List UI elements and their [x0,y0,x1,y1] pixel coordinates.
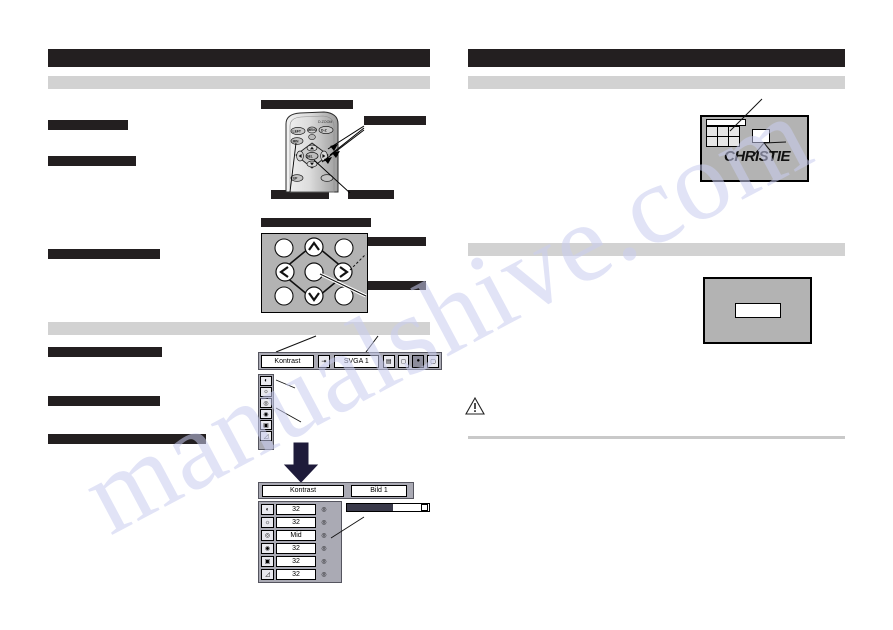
osd-value-contrast[interactable]: 32 [276,504,316,515]
adjust-arrows-icon[interactable]: ◎ [318,543,330,554]
osd-tab-right[interactable]: Bild 1 [351,484,407,497]
sharpness-icon[interactable]: ▣ [261,556,274,567]
brightness-icon[interactable]: ☼ [261,517,274,528]
remote-figure-caption-bar [261,100,353,109]
gamma-icon[interactable]: ◿ [260,431,272,441]
osd-row-brightness[interactable]: ☼ 32 ◎ [261,517,339,528]
computer-icon[interactable]: ▤ [382,354,395,368]
remote-control-illustration: D.ZOOM LEFT MENU D-Z MIN SEL UP [278,110,428,194]
grid-cell [729,137,739,146]
left-subsection-bar [48,76,430,89]
adjust-arrows-icon[interactable]: ◎ [318,517,330,528]
control-panel-caption-bar [261,218,371,227]
left-heading-5 [48,396,160,406]
left-heading-2 [48,156,136,166]
blank-screen-illustration [703,277,812,344]
image-icon[interactable]: ● [412,354,425,368]
flow-arrow-down-icon [283,442,319,483]
osd-bottom-menu: Kontrast Bild 1 ◐ 32 ◎ ☼ 32 ◎ ◎ Mid ◎ ◉ … [258,482,430,583]
right-subsection-bar-mid [468,243,845,256]
white-balance-icon[interactable]: ◉ [260,409,272,419]
svg-text:D-Z: D-Z [321,128,327,132]
color-temp-icon[interactable]: ◎ [261,530,274,541]
warning-triangle-icon [464,396,486,416]
left-heading-4 [48,347,162,357]
grid-cell [718,127,728,136]
osd-tab-left[interactable]: Kontrast [262,484,344,497]
contrast-icon[interactable]: ◐ [260,376,272,386]
adjust-arrows-icon[interactable]: ◎ [318,569,330,580]
right-section-title-bar [468,49,845,67]
right-subsection-bar-top [468,76,845,89]
color-temp-icon[interactable]: ◎ [260,398,272,408]
left-heading-6 [48,434,206,444]
adjust-arrows-icon[interactable]: ◎ [318,530,330,541]
osd-top-menu: Kontrast ⇥ SVGA 1 ▤ ◻ ● ▢ ◐ ☼ ◎ ◉ ▣ ◿ [258,335,442,450]
osd-value-white-balance[interactable]: 32 [276,543,316,554]
grid-cell [718,137,728,146]
blank-screen-box [735,303,781,318]
osd-row-sharpness[interactable]: ▣ 32 ◎ [261,556,339,567]
grid-cell [707,137,717,146]
osd-value-color-temp[interactable]: Mid [276,530,316,541]
adjust-arrows-icon[interactable]: ◎ [318,504,330,515]
osd-row-gamma[interactable]: ◿ 32 ◎ [261,569,339,580]
osd-menu-bar: Kontrast ⇥ SVGA 1 ▤ ◻ ● ▢ [258,352,442,370]
svg-text:D.ZOOM: D.ZOOM [318,120,332,124]
left-section-title-bar [48,49,430,67]
slider-knob[interactable] [421,504,428,511]
osd-value-slider[interactable] [346,503,430,512]
svg-text:SEL: SEL [307,154,313,158]
control-panel-illustration [261,233,368,313]
osd-input-source[interactable]: SVGA 1 [333,354,379,368]
gamma-icon[interactable]: ◿ [261,569,274,580]
osd-value-brightness[interactable]: 32 [276,517,316,528]
panel-callout-lower [364,281,426,290]
panel-callout-upper [364,237,426,246]
osd-value-sharpness[interactable]: 32 [276,556,316,567]
osd-row-white-balance[interactable]: ◉ 32 ◎ [261,543,339,554]
white-balance-icon[interactable]: ◉ [261,543,274,554]
brightness-icon[interactable]: ☼ [260,387,272,397]
svg-text:LEFT: LEFT [293,129,302,133]
osd-bottom-body: ◐ 32 ◎ ☼ 32 ◎ ◎ Mid ◎ ◉ 32 ◎ ▣ 32 ◎ ◿ 32… [258,501,342,583]
adjust-arrows-icon[interactable]: ◎ [318,556,330,567]
osd-row-color-temp[interactable]: ◎ Mid ◎ [261,530,339,541]
svg-text:MENU: MENU [308,128,318,132]
osd-icon-sidebar: ◐ ☼ ◎ ◉ ▣ ◿ [258,374,274,450]
slider-fill [347,504,393,511]
grid-cell [707,127,717,136]
menu-icon[interactable]: ⇥ [317,354,330,368]
manual-page: manualshive.com D.ZOOM LEFT MENU D-Z MIN… [0,0,893,630]
osd-value-gamma[interactable]: 32 [276,569,316,580]
left-heading-3 [48,249,160,259]
logo-callout-leader [729,98,763,132]
setting-icon[interactable]: ▢ [427,354,440,368]
right-footer-rule [468,436,845,439]
sharpness-icon[interactable]: ▣ [260,420,272,430]
contrast-icon[interactable]: ◐ [261,504,274,515]
screen-icon[interactable]: ◻ [397,354,410,368]
osd-row-contrast[interactable]: ◐ 32 ◎ [261,504,339,515]
left-heading-1 [48,120,128,130]
svg-text:MIN: MIN [293,139,300,143]
osd-selected-item[interactable]: Kontrast [261,354,314,368]
osd-bottom-tabs: Kontrast Bild 1 [258,482,414,499]
